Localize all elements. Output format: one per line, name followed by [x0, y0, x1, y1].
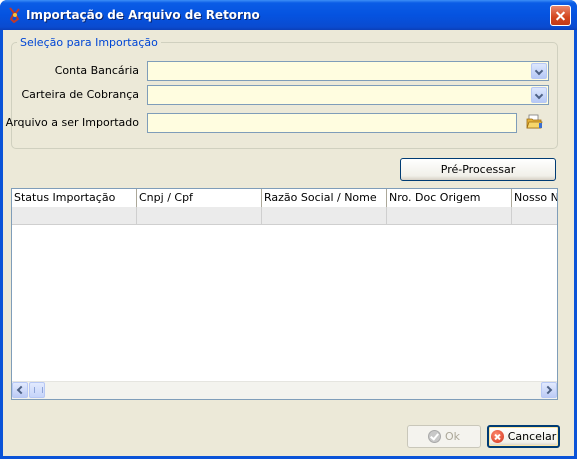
table-cell[interactable] — [12, 207, 137, 225]
window-title: Importação de Arquivo de Retorno — [26, 8, 260, 22]
carteira-cobranca-select[interactable] — [147, 85, 549, 105]
column-cnpj-cpf[interactable]: Cnpj / Cpf — [137, 189, 262, 207]
ok-button[interactable]: Ok — [407, 425, 481, 448]
horizontal-scrollbar[interactable] — [12, 381, 557, 399]
scroll-right-icon[interactable] — [541, 382, 557, 398]
table-cell[interactable] — [137, 207, 262, 225]
selection-group: Seleção para Importação Conta Bancária C… — [6, 36, 558, 149]
close-window-button[interactable] — [550, 5, 571, 26]
carteira-cobranca-label: Carteira de Cobrança — [21, 88, 139, 101]
selection-group-legend: Seleção para Importação — [17, 36, 161, 49]
arquivo-importado-field[interactable] — [147, 113, 517, 133]
title-bar[interactable]: Importação de Arquivo de Retorno — [0, 0, 577, 30]
column-nosso-numero[interactable]: Nosso Nú — [512, 189, 557, 207]
chevron-down-icon[interactable] — [531, 87, 547, 103]
import-results-table[interactable]: Status Importação Cnpj / Cpf Razão Socia… — [11, 188, 558, 400]
cancel-button[interactable]: Cancelar — [487, 425, 560, 448]
ok-button-label: Ok — [444, 430, 461, 443]
folder-open-icon[interactable] — [526, 114, 543, 130]
preprocess-button[interactable]: Pré-Processar — [400, 158, 556, 181]
app-logo-icon — [9, 7, 20, 23]
chevron-down-icon[interactable] — [531, 63, 547, 79]
table-header: Status Importação Cnpj / Cpf Razão Socia… — [12, 189, 557, 208]
column-nro-doc-origem[interactable]: Nro. Doc Origem — [387, 189, 512, 207]
scroll-left-icon[interactable] — [12, 382, 28, 398]
import-return-file-window: Importação de Arquivo de Retorno Seleção… — [0, 0, 577, 459]
arquivo-importado-label: Arquivo a ser Importado — [5, 116, 139, 129]
checkmark-icon — [427, 430, 441, 443]
table-cell[interactable] — [512, 207, 557, 225]
table-cell[interactable] — [387, 207, 512, 225]
table-cell[interactable] — [262, 207, 387, 225]
table-row[interactable] — [12, 207, 557, 225]
conta-bancaria-select[interactable] — [147, 61, 549, 81]
scrollbar-thumb[interactable] — [29, 382, 45, 398]
cancel-button-label: Cancelar — [507, 430, 557, 443]
column-status-importacao[interactable]: Status Importação — [12, 189, 137, 207]
dialog-body: Seleção para Importação Conta Bancária C… — [3, 30, 574, 456]
cancel-icon — [490, 430, 504, 443]
conta-bancaria-label: Conta Bancária — [54, 64, 139, 77]
column-razao-social[interactable]: Razão Social / Nome — [262, 189, 387, 207]
